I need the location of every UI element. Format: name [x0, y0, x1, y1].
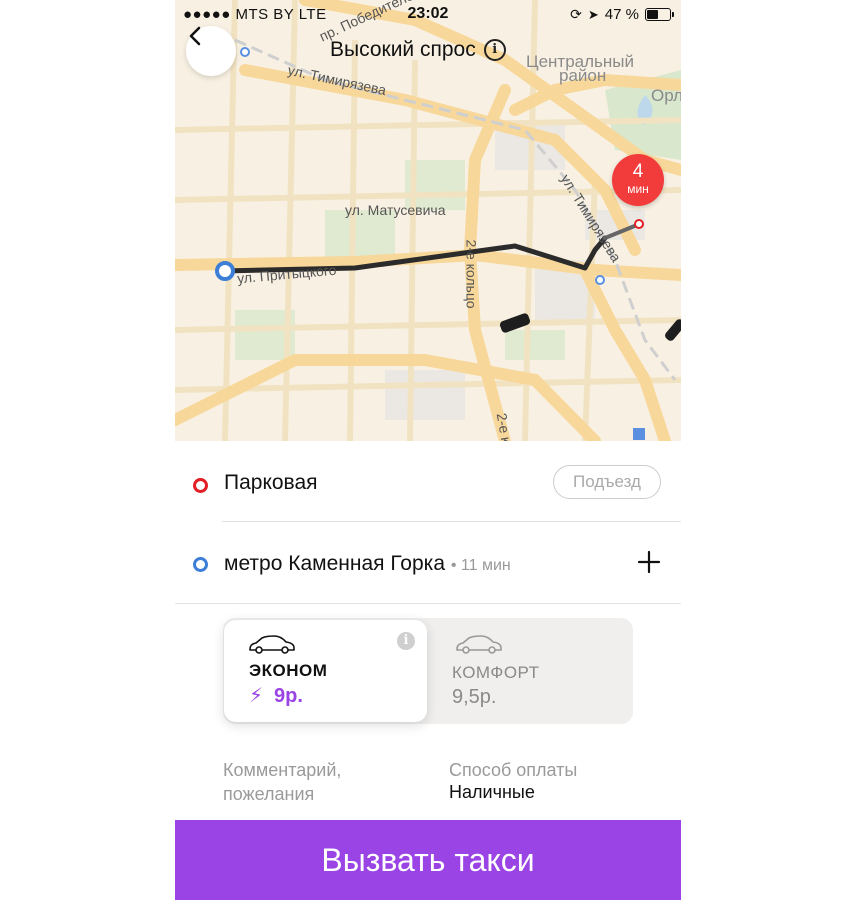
- surge-title[interactable]: Высокий спрос i: [330, 38, 506, 62]
- to-dot-icon: [193, 557, 208, 572]
- car-icon: [456, 635, 502, 654]
- map-view[interactable]: Центральный район ул. Тимирязева пр. Поб…: [175, 0, 681, 441]
- eta-badge-value: 4: [632, 161, 644, 182]
- payment-label: Способ оплаты: [449, 760, 578, 780]
- lightning-icon: ⚡: [249, 685, 264, 707]
- to-address-name: метро Каменная Горка: [224, 552, 445, 575]
- comment-option[interactable]: Комментарий, пожелания: [223, 758, 341, 806]
- to-eta-separator: •: [450, 557, 461, 574]
- call-taxi-button[interactable]: Вызвать такси: [175, 820, 681, 900]
- to-eta: 11 мин: [460, 557, 511, 574]
- tariff-comfort-price: 9,5р.: [452, 686, 497, 708]
- surge-title-text: Высокий спрос: [330, 38, 476, 61]
- tariff-comfort[interactable]: КОМФОРТ 9,5р.: [435, 620, 631, 722]
- plus-icon[interactable]: [637, 550, 661, 574]
- comment-label-line1: Комментарий,: [223, 760, 342, 780]
- info-icon[interactable]: i: [483, 39, 506, 61]
- tariff-econom-name: ЭКОНОМ: [249, 661, 328, 680]
- taxi-order-screen: Центральный район ул. Тимирязева пр. Поб…: [175, 0, 681, 900]
- divider: [175, 603, 681, 604]
- rotation-lock-icon: ⟳: [570, 6, 582, 22]
- divider: [222, 521, 681, 522]
- to-address[interactable]: метро Каменная Горка • 11 мин: [224, 552, 511, 576]
- chevron-left-icon: [189, 26, 201, 46]
- entrance-button[interactable]: Подъезд: [553, 465, 661, 499]
- comment-label-line2: пожелания: [223, 784, 315, 804]
- eta-badge-unit: мин: [627, 182, 649, 196]
- map-label-ring-road: 2-е кольцо: [463, 239, 480, 309]
- status-bar: ●●●●● MTS BY LTE 23:02 ⟳ ➤ 47 %: [175, 0, 681, 30]
- from-dot-icon: [193, 478, 208, 493]
- battery-icon: [645, 8, 674, 21]
- back-button[interactable]: [186, 26, 236, 76]
- map-label-area: Орл: [651, 86, 681, 105]
- battery-percent: 47 %: [604, 6, 639, 23]
- car-icon: [249, 635, 295, 654]
- payment-value: Наличные: [449, 782, 535, 802]
- eta-badge: 4 мин: [612, 154, 664, 206]
- tariff-econom[interactable]: i ЭКОНОМ ⚡ 9р.: [224, 620, 427, 722]
- map-label-street: ул. Матусевича: [345, 202, 446, 218]
- location-arrow-icon: ➤: [587, 6, 599, 22]
- map-label-district-2: район: [559, 66, 607, 85]
- tariff-info-icon[interactable]: i: [397, 632, 415, 650]
- status-icons: ⟳ ➤ 47 %: [570, 6, 674, 23]
- tariff-comfort-name: КОМФОРТ: [452, 663, 540, 682]
- from-address[interactable]: Парковая: [224, 471, 318, 495]
- tariff-econom-price: 9р.: [274, 685, 303, 707]
